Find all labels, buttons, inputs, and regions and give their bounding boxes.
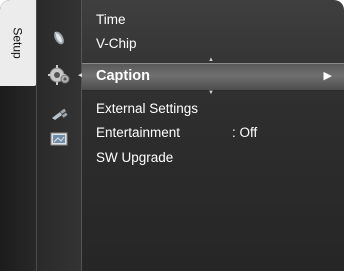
menu-item-label: Caption: [96, 68, 150, 84]
category-tab-strip: Setup: [0, 0, 37, 271]
menu-item-label: Entertainment: [96, 125, 181, 140]
category-icon-column: [37, 0, 82, 271]
input-icon[interactable]: [49, 106, 69, 126]
menu-item-sw-upgrade[interactable]: SW Upgrade: [96, 150, 173, 165]
menu-item-v-chip[interactable]: V-Chip: [96, 36, 137, 51]
setup-gear-icon[interactable]: [48, 64, 70, 86]
scroll-down-icon: ▼: [208, 90, 214, 96]
menu-item-time[interactable]: Time: [96, 12, 126, 27]
submenu-arrow-icon: ▶: [323, 70, 332, 82]
menu-item-external-settings[interactable]: External Settings: [96, 101, 198, 116]
menu-item-label: V-Chip: [96, 36, 137, 51]
picture-icon[interactable]: [49, 27, 69, 47]
menu-item-caption[interactable]: Caption ▶: [82, 63, 344, 91]
menu-item-label: Time: [96, 12, 126, 27]
application-icon[interactable]: [49, 130, 69, 150]
menu-item-label: External Settings: [96, 101, 199, 116]
tab-setup-label: Setup: [10, 27, 25, 59]
tab-setup[interactable]: Setup: [0, 0, 36, 86]
setup-menu-panel: Setup ◀ Time V-Chip ▲ Caption ▶ ▼ Extern…: [0, 0, 344, 271]
entertainment-value: : Off: [232, 125, 258, 140]
menu-item-label: SW Upgrade: [96, 150, 174, 165]
menu-item-entertainment[interactable]: Entertainment: [96, 125, 180, 140]
